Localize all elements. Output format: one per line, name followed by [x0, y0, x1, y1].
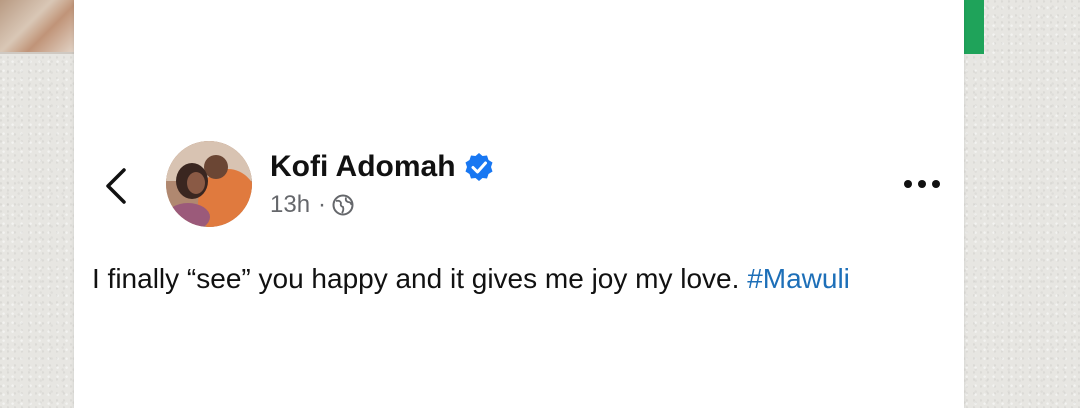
globe-icon[interactable] [332, 194, 354, 216]
post-meta: 13h · [270, 191, 354, 219]
verified-badge-icon [465, 153, 493, 181]
background-green-strip [962, 0, 984, 54]
chevron-left-icon[interactable] [102, 166, 132, 206]
timestamp[interactable]: 13h [270, 191, 310, 219]
background-photo-corner [0, 0, 80, 54]
post-body: I finally “see” you happy and it gives m… [92, 263, 740, 294]
author-row: Kofi Adomah [270, 150, 494, 184]
meta-separator: · [318, 191, 327, 218]
post-card: Kofi Adomah 13h · I finally “see” you ha… [74, 0, 964, 408]
avatar-photo [166, 141, 252, 227]
post-text: I finally “see” you happy and it gives m… [92, 263, 850, 295]
hashtag-link[interactable]: #Mawuli [747, 263, 850, 294]
avatar[interactable] [166, 141, 252, 227]
more-options-icon[interactable] [900, 172, 944, 196]
author-name[interactable]: Kofi Adomah [270, 150, 456, 184]
